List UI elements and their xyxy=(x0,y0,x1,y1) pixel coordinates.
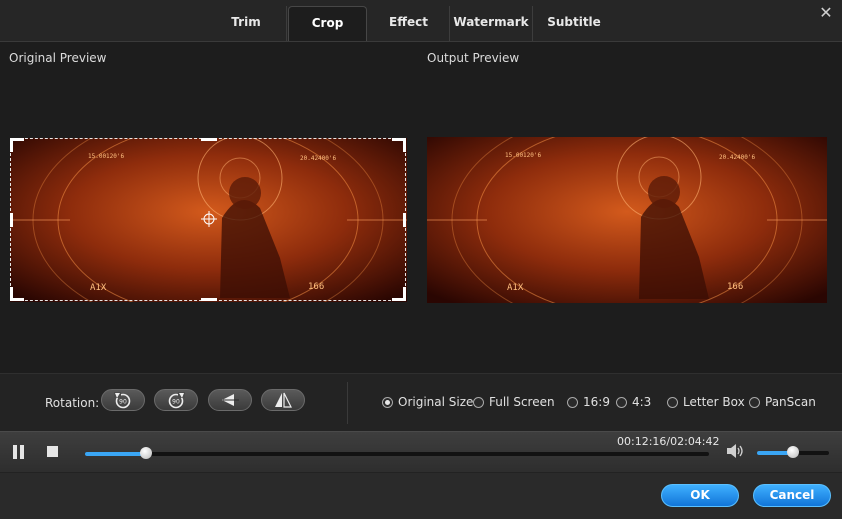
ok-button[interactable]: OK xyxy=(661,484,739,507)
seek-bar[interactable] xyxy=(85,447,709,459)
rotate-left-90-button[interactable]: 90 xyxy=(101,389,145,411)
pause-button[interactable] xyxy=(12,445,26,459)
radio-dot xyxy=(382,396,393,408)
output-video-frame: 15.00120'6 20.42400'6 A1X 166 xyxy=(427,137,827,303)
radio-original-size[interactable]: Original Size xyxy=(382,395,473,409)
radio-dot xyxy=(616,396,627,408)
cancel-button[interactable]: Cancel xyxy=(753,484,831,507)
volume-icon[interactable] xyxy=(725,443,745,463)
radio-full-screen[interactable]: Full Screen xyxy=(473,395,555,409)
tab-crop[interactable]: Crop xyxy=(288,6,367,41)
tab-subtitle[interactable]: Subtitle xyxy=(533,6,615,41)
svg-text:90: 90 xyxy=(172,399,180,406)
tab-watermark[interactable]: Watermark xyxy=(450,6,533,41)
original-preview-label: Original Preview xyxy=(9,51,107,65)
stop-button[interactable] xyxy=(47,446,58,457)
hud-text-top-left: 15.00120'6 xyxy=(505,152,542,159)
options-bar: Rotation: 90 90 Original Size Full Scree… xyxy=(0,373,842,432)
svg-text:90: 90 xyxy=(119,399,127,406)
radio-panscan[interactable]: PanScan xyxy=(749,395,816,409)
rotate-right-90-button[interactable]: 90 xyxy=(154,389,198,411)
flip-horizontal-button[interactable] xyxy=(208,389,252,411)
radio-dot xyxy=(473,396,484,408)
radio-4-3[interactable]: 4:3 xyxy=(616,395,651,409)
radio-dot xyxy=(667,396,678,408)
radio-16-9[interactable]: 16:9 xyxy=(567,395,610,409)
original-video-frame[interactable]: 15.00120'6 20.42400'6 A1X 166 xyxy=(10,138,407,302)
radio-dot xyxy=(567,396,578,408)
hud-text-top-right: 20.42400'6 xyxy=(300,155,337,162)
rotate-left-icon: 90 xyxy=(114,392,131,409)
close-icon[interactable]: ✕ xyxy=(818,5,834,21)
radio-letter-box[interactable]: Letter Box xyxy=(667,395,745,409)
tab-effect[interactable]: Effect xyxy=(368,6,450,41)
time-display: 00:12:16/02:04:42 xyxy=(617,435,720,448)
hud-text-bottom-right: 166 xyxy=(308,282,324,292)
flip-vertical-button[interactable] xyxy=(261,389,305,411)
flip-horizontal-icon xyxy=(222,394,239,406)
rotation-label: Rotation: xyxy=(45,396,100,410)
output-preview-label: Output Preview xyxy=(427,51,520,65)
hud-text-bottom-left: A1X xyxy=(90,283,107,293)
flip-vertical-icon xyxy=(275,392,292,408)
hud-text-top-left: 15.00120'6 xyxy=(88,153,125,160)
volume-knob[interactable] xyxy=(787,446,799,458)
tab-trim[interactable]: Trim xyxy=(206,6,287,41)
volume-slider[interactable] xyxy=(757,446,829,458)
rotate-right-icon: 90 xyxy=(168,392,185,409)
hud-text-bottom-right: 166 xyxy=(727,282,743,292)
hud-text-bottom-left: A1X xyxy=(507,283,524,293)
radio-dot xyxy=(749,396,760,408)
tab-bar: Trim Crop Effect Watermark Subtitle ✕ xyxy=(0,0,842,42)
divider xyxy=(347,382,348,424)
player-controls: 00:12:16/02:04:42 xyxy=(0,431,842,472)
seek-knob[interactable] xyxy=(140,447,153,459)
hud-text-top-right: 20.42400'6 xyxy=(719,154,756,161)
seek-progress xyxy=(85,452,147,456)
dialog-footer: OK Cancel xyxy=(0,472,842,519)
